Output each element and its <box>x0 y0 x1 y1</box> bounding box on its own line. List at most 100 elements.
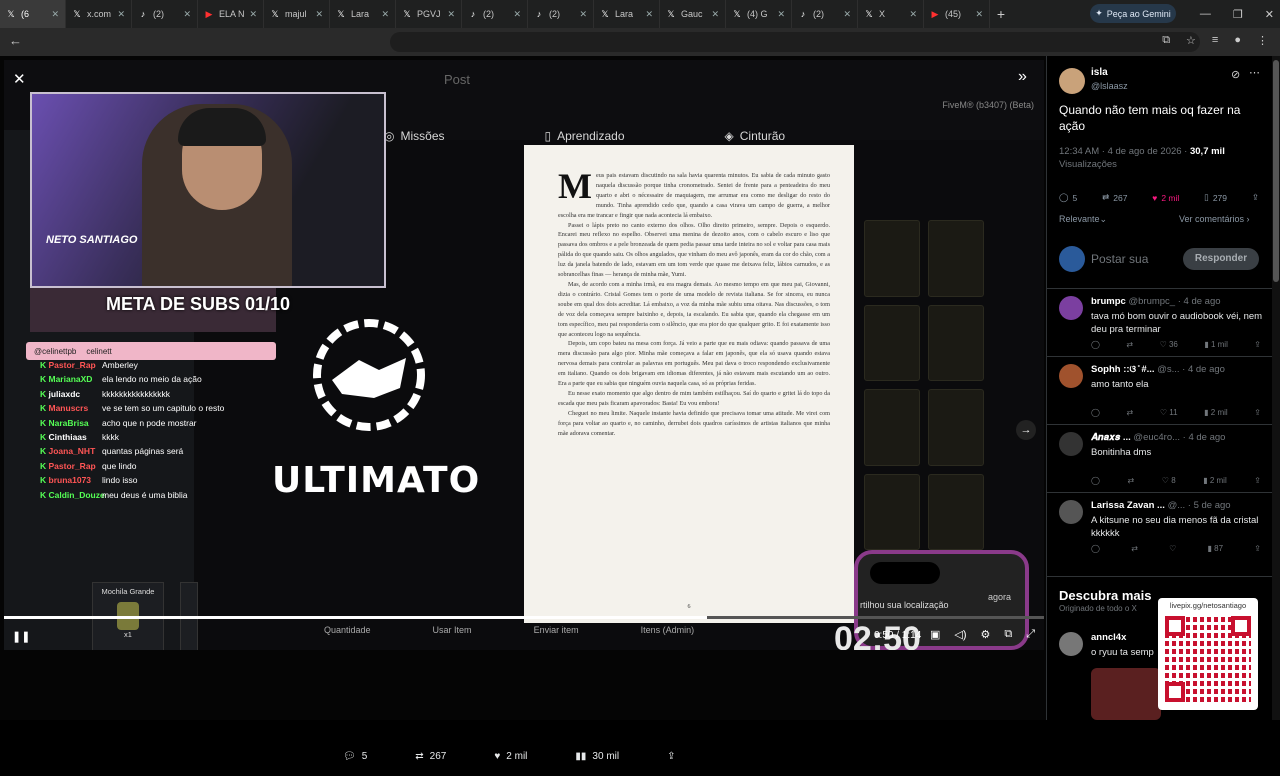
like-stat[interactable]: ♡ 11 <box>1160 408 1178 417</box>
commenter-avatar[interactable] <box>1059 364 1083 388</box>
like-stat[interactable]: ♥ 2 mil <box>1152 192 1179 203</box>
share-icon[interactable]: ⇪ <box>1254 340 1261 349</box>
close-tab-icon[interactable]: ✕ <box>183 9 191 20</box>
author-handle[interactable]: @lslaasz <box>1091 81 1128 91</box>
close-tab-icon[interactable]: ✕ <box>711 9 719 20</box>
maximize-icon[interactable]: ❐ <box>1233 8 1243 21</box>
repost-icon[interactable]: ⇄ <box>1126 340 1133 349</box>
video-progress-bar[interactable] <box>4 616 1044 619</box>
gemini-button[interactable]: ✦ Peça ao Gemini <box>1090 4 1176 23</box>
browser-tab[interactable]: 𝕏 Gauc ✕ <box>660 0 726 28</box>
close-window-icon[interactable]: ✕ <box>1265 8 1274 21</box>
close-tab-icon[interactable]: ✕ <box>513 9 521 20</box>
views-stat[interactable]: ▮ 1 mil <box>1204 340 1228 349</box>
comment[interactable]: 𝑨𝒏𝒂𝒙𝒔 ... @euc4ro... · 4 de ago Bonitinha… <box>1047 428 1273 496</box>
repost-stat[interactable]: ⇄ 267 <box>1102 192 1127 203</box>
repost-action[interactable]: ⇄ 267 <box>415 751 446 762</box>
browser-tab[interactable]: 𝕏 Lara ✕ <box>594 0 660 28</box>
video-player[interactable]: Post FiveM® (b3407) (Beta) ◎ Missões ▯ Apr… <box>4 60 1044 650</box>
commenter-name[interactable]: Sophh ::ଓ ̊ #... @s... · 4 de ago <box>1091 364 1267 375</box>
browser-tab[interactable]: ♪ (2) ✕ <box>792 0 858 28</box>
close-tab-icon[interactable]: ✕ <box>777 9 785 20</box>
reply-input[interactable]: Postar sua <box>1091 252 1148 266</box>
close-tab-icon[interactable]: ✕ <box>645 9 653 20</box>
commenter-name[interactable]: brumpc @brumpc_ · 4 de ago <box>1091 296 1267 307</box>
volume-icon[interactable]: ◁) <box>954 628 966 641</box>
reply-button[interactable]: Responder <box>1183 248 1259 270</box>
browser-tab[interactable]: 𝕏majul ✕ <box>264 0 330 28</box>
share-icon[interactable]: ⇪ <box>1254 476 1261 485</box>
browser-tab[interactable]: ▶ ELA N ✕ <box>198 0 264 28</box>
share-icon[interactable]: ⇪ <box>1252 192 1259 203</box>
author-name[interactable]: isla <box>1091 67 1108 78</box>
close-tab-icon[interactable]: ✕ <box>381 9 389 20</box>
close-tab-icon[interactable]: ✕ <box>117 9 125 20</box>
close-tab-icon[interactable]: ✕ <box>315 9 323 20</box>
close-tab-icon[interactable]: ✕ <box>579 9 587 20</box>
pause-icon[interactable]: ❚❚ <box>12 630 30 643</box>
close-tab-icon[interactable]: ✕ <box>447 9 455 20</box>
share-icon[interactable]: ⇪ <box>1254 544 1261 553</box>
view-comments-link[interactable]: Ver comentários › <box>1179 214 1250 224</box>
reply-icon[interactable]: ◯ <box>1091 340 1100 349</box>
captions-icon[interactable]: ▣ <box>930 628 940 641</box>
commenter-name[interactable]: Larissa Zavan ... @... · 5 de ago <box>1091 500 1267 511</box>
browser-tab[interactable]: 𝕏x.com ✕ <box>66 0 132 28</box>
pip-icon[interactable]: ⧉ <box>1004 628 1012 641</box>
install-icon[interactable]: ⧉ <box>1162 34 1170 47</box>
browser-tab[interactable]: 𝕏 X ✕ <box>858 0 924 28</box>
discover-avatar[interactable] <box>1059 632 1083 656</box>
browser-tab[interactable]: ♪ (2) ✕ <box>132 0 198 28</box>
close-viewer-icon[interactable]: ✕ <box>13 70 26 88</box>
commenter-avatar[interactable] <box>1059 500 1083 524</box>
browser-tab[interactable]: 𝕏 PGVJ ✕ <box>396 0 462 28</box>
bookmark-star-icon[interactable]: ☆ <box>1186 34 1196 47</box>
media-icon[interactable]: ≡ <box>1212 34 1218 47</box>
browser-tab[interactable]: ♪ (2) ✕ <box>528 0 594 28</box>
like-stat[interactable]: ♡ <box>1169 544 1176 553</box>
close-tab-icon[interactable]: ✕ <box>51 9 59 20</box>
close-tab-icon[interactable]: ✕ <box>909 9 917 20</box>
views-action[interactable]: ▮▮ 30 mil <box>575 751 619 762</box>
back-icon[interactable]: ← <box>9 33 22 48</box>
discover-name[interactable]: anncl4x <box>1091 632 1126 643</box>
new-tab-button[interactable]: + <box>990 6 1012 22</box>
like-stat[interactable]: ♡ 36 <box>1160 340 1178 349</box>
menu-icon[interactable]: ⋮ <box>1257 34 1268 47</box>
repost-icon[interactable]: ⇄ <box>1128 476 1135 485</box>
commenter-avatar[interactable] <box>1059 432 1083 456</box>
settings-icon[interactable]: ⚙ <box>981 628 991 641</box>
grok-icon[interactable]: ⊘ <box>1231 68 1240 81</box>
browser-tab[interactable]: 𝕏 (6 ✕ <box>0 0 66 28</box>
sort-dropdown[interactable]: Relevante⌄ <box>1059 214 1107 225</box>
reply-icon[interactable]: ◯ <box>1091 408 1100 417</box>
repost-icon[interactable]: ⇄ <box>1131 544 1138 553</box>
browser-tab[interactable]: ▶ (45) ✕ <box>924 0 990 28</box>
comment[interactable]: brumpc @brumpc_ · 4 de ago tava mó bom ou… <box>1047 292 1273 360</box>
browser-tab[interactable]: 𝕏 (4) G ✕ <box>726 0 792 28</box>
fullscreen-icon[interactable]: ⤢ <box>1026 628 1035 641</box>
reply-action[interactable]: 💬︎ 5 <box>343 751 367 762</box>
bookmark-stat[interactable]: ▯ 279 <box>1204 192 1227 203</box>
commenter-name[interactable]: 𝑨𝒏𝒂𝒙𝒔 ... @euc4ro... · 4 de ago <box>1091 432 1267 443</box>
share-icon[interactable]: ⇪ <box>1254 408 1261 417</box>
reply-stat[interactable]: ◯ 5 <box>1059 192 1077 203</box>
reply-icon[interactable]: ◯ <box>1091 476 1100 485</box>
views-stat[interactable]: ▮ 87 <box>1208 544 1224 553</box>
sidebar-scrollbar[interactable] <box>1272 56 1280 720</box>
close-tab-icon[interactable]: ✕ <box>843 9 851 20</box>
author-avatar[interactable] <box>1059 68 1085 94</box>
reply-icon[interactable]: ◯ <box>1091 544 1100 553</box>
share-action[interactable]: ⇪ <box>667 751 675 762</box>
url-field[interactable] <box>390 32 1200 52</box>
close-tab-icon[interactable]: ✕ <box>975 9 983 20</box>
like-action[interactable]: ♥ 2 mil <box>494 751 527 762</box>
browser-tab[interactable]: 𝕏 Lara ✕ <box>330 0 396 28</box>
comment[interactable]: Sophh ::ଓ ̊ #... @s... · 4 de ago amo tan… <box>1047 360 1273 428</box>
views-stat[interactable]: ▮ 2 mil <box>1203 476 1227 485</box>
close-tab-icon[interactable]: ✕ <box>249 9 257 20</box>
more-options-icon[interactable]: ⋯ <box>1249 66 1260 79</box>
commenter-avatar[interactable] <box>1059 296 1083 320</box>
collapse-sidebar-icon[interactable]: » <box>1018 68 1027 86</box>
next-media-icon[interactable]: → <box>1016 420 1036 440</box>
